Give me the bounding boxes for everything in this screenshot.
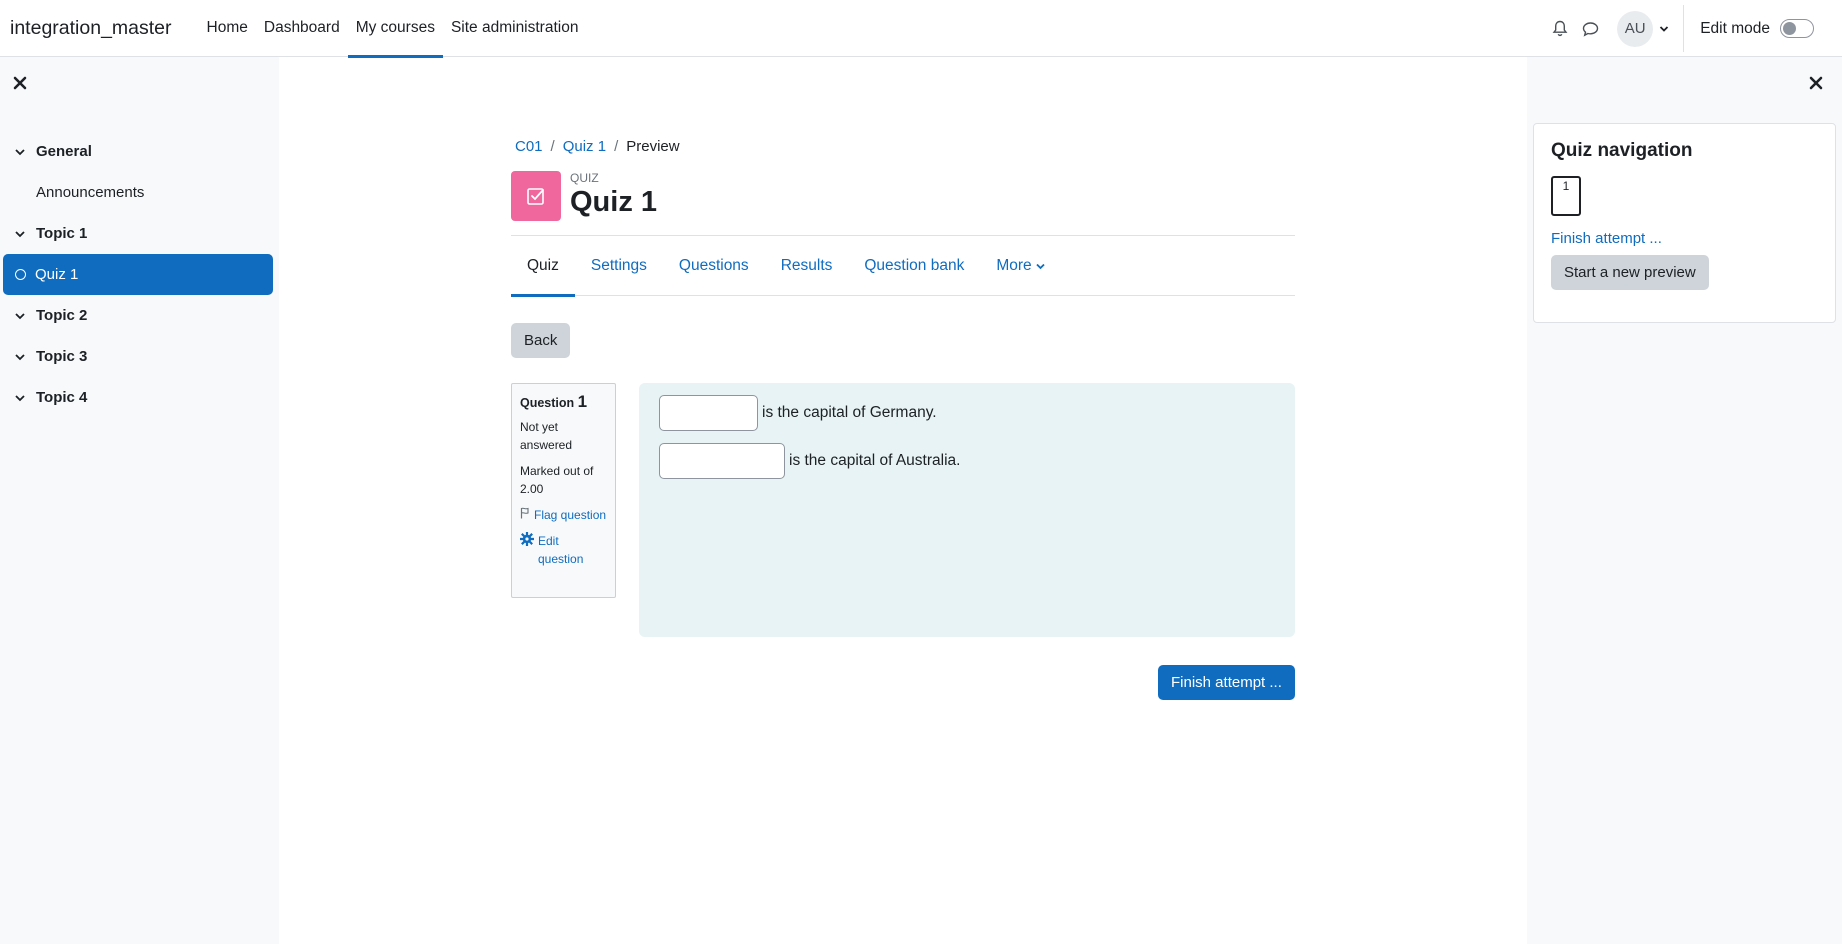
- section-general[interactable]: General: [0, 131, 279, 172]
- question-prefix: Question: [520, 396, 575, 410]
- course-index: General Announcements Topic 1 Quiz 1 Top…: [0, 131, 279, 418]
- back-button[interactable]: Back: [511, 323, 571, 358]
- section-topic-2[interactable]: Topic 2: [0, 295, 279, 336]
- quiz-activity-icon: [511, 171, 561, 221]
- question-text-australia: is the capital of Australia.: [789, 452, 961, 469]
- tab-questions[interactable]: Questions: [663, 236, 765, 296]
- question-info-panel: Question 1 Not yet answered Marked out o…: [511, 383, 616, 598]
- question-line-australia: is the capital of Australia.: [659, 443, 1275, 479]
- edit-question-link[interactable]: Edit question: [519, 531, 607, 568]
- chevron-down-icon[interactable]: [14, 389, 26, 406]
- section-topic-3[interactable]: Topic 3: [0, 336, 279, 377]
- section-label: Topic 3: [36, 348, 88, 365]
- close-drawer-icon[interactable]: [1808, 75, 1824, 91]
- question-content: is the capital of Germany. is the capita…: [639, 383, 1295, 637]
- question-nav-button[interactable]: 1: [1551, 176, 1581, 216]
- question-line-germany: is the capital of Germany.: [659, 395, 1275, 431]
- tab-question-bank[interactable]: Question bank: [848, 236, 980, 296]
- question-state: Not yet answered: [520, 420, 573, 452]
- course-index-drawer: General Announcements Topic 1 Quiz 1 Top…: [0, 57, 279, 944]
- notifications-bell-icon[interactable]: [1545, 14, 1575, 44]
- course-index-item-announcements[interactable]: Announcements: [0, 172, 279, 213]
- section-label: Topic 4: [36, 389, 88, 406]
- section-label: Topic 1: [36, 225, 88, 242]
- site-brand[interactable]: integration_master: [10, 17, 172, 40]
- chevron-down-icon[interactable]: [14, 143, 26, 160]
- secondary-navigation: Quiz Settings Questions Results Question…: [511, 235, 1295, 297]
- tab-more-label: More: [996, 257, 1032, 274]
- tab-settings[interactable]: Settings: [575, 236, 663, 296]
- question-text-germany: is the capital of Germany.: [762, 404, 937, 421]
- finish-attempt-button[interactable]: Finish attempt ...: [1158, 665, 1295, 700]
- toggle-knob: [1783, 22, 1796, 35]
- quiz-navigation-title: Quiz navigation: [1551, 140, 1693, 161]
- chevron-down-icon[interactable]: [14, 307, 26, 324]
- breadcrumb-current: Preview: [626, 138, 680, 155]
- nav-home[interactable]: Home: [199, 0, 256, 57]
- chevron-down-icon[interactable]: [14, 225, 26, 242]
- page-header: QUIZ Quiz 1: [511, 171, 657, 221]
- page-title: Quiz 1: [570, 186, 658, 218]
- header-text: QUIZ Quiz 1: [570, 171, 657, 219]
- messages-chat-icon[interactable]: [1575, 14, 1605, 44]
- nav-my-courses[interactable]: My courses: [347, 0, 444, 58]
- primary-nav: Home Dashboard My courses Site administr…: [199, 0, 587, 58]
- edit-mode-toggle[interactable]: [1780, 19, 1814, 38]
- nav-dashboard[interactable]: Dashboard: [256, 0, 348, 57]
- edit-mode-control: Edit mode: [1684, 19, 1842, 38]
- main-content: C01 / Quiz 1 / Preview QUIZ Quiz 1 Quiz …: [279, 57, 1774, 944]
- tab-results[interactable]: Results: [765, 236, 849, 296]
- nav-site-administration[interactable]: Site administration: [443, 0, 587, 57]
- breadcrumb: C01 / Quiz 1 / Preview: [515, 138, 680, 155]
- section-topic-1[interactable]: Topic 1: [0, 213, 279, 254]
- question-grade: Marked out of 2.00: [520, 464, 594, 496]
- quiz-navigation-drawer: Quiz navigation 1 Finish attempt ... Sta…: [1527, 57, 1842, 944]
- answer-input-germany[interactable]: [659, 395, 758, 431]
- question-number-value: 1: [577, 392, 588, 411]
- completion-circle-icon: [15, 269, 26, 280]
- chevron-down-icon: [1036, 257, 1045, 275]
- edit-question-label: Edit question: [538, 534, 584, 566]
- tab-more[interactable]: More: [980, 236, 1060, 296]
- tab-quiz[interactable]: Quiz: [511, 236, 575, 297]
- chevron-down-icon[interactable]: [14, 348, 26, 365]
- quiz-navigation-block: Quiz navigation 1 Finish attempt ... Sta…: [1533, 123, 1836, 323]
- user-avatar[interactable]: AU: [1617, 10, 1654, 47]
- course-index-item-quiz-1[interactable]: Quiz 1: [3, 254, 273, 295]
- flag-icon: [520, 506, 530, 524]
- finish-attempt-link[interactable]: Finish attempt ...: [1551, 230, 1818, 247]
- item-label: Quiz 1: [35, 266, 79, 283]
- close-drawer-icon[interactable]: [12, 75, 28, 91]
- breadcrumb-separator: /: [614, 138, 619, 155]
- flag-question-link[interactable]: Flag question: [520, 506, 607, 524]
- section-label: General: [36, 143, 92, 160]
- breadcrumb-separator: /: [550, 138, 555, 155]
- user-menu-chevron-down-icon[interactable]: [1659, 20, 1669, 37]
- start-new-preview-button[interactable]: Start a new preview: [1551, 255, 1709, 290]
- navbar-user-area: AU Edit mode: [1545, 0, 1842, 57]
- answer-input-australia[interactable]: [659, 443, 785, 479]
- top-navbar: integration_master Home Dashboard My cou…: [0, 0, 1842, 58]
- edit-mode-label: Edit mode: [1700, 19, 1770, 37]
- question-number: Question 1: [520, 392, 607, 412]
- gear-icon: [519, 531, 535, 551]
- section-label: Topic 2: [36, 307, 88, 324]
- module-type-label: QUIZ: [570, 171, 599, 185]
- breadcrumb-c01[interactable]: C01: [515, 138, 543, 155]
- section-topic-4[interactable]: Topic 4: [0, 377, 279, 418]
- breadcrumb-quiz-1[interactable]: Quiz 1: [563, 138, 606, 155]
- flag-question-label: Flag question: [534, 508, 607, 522]
